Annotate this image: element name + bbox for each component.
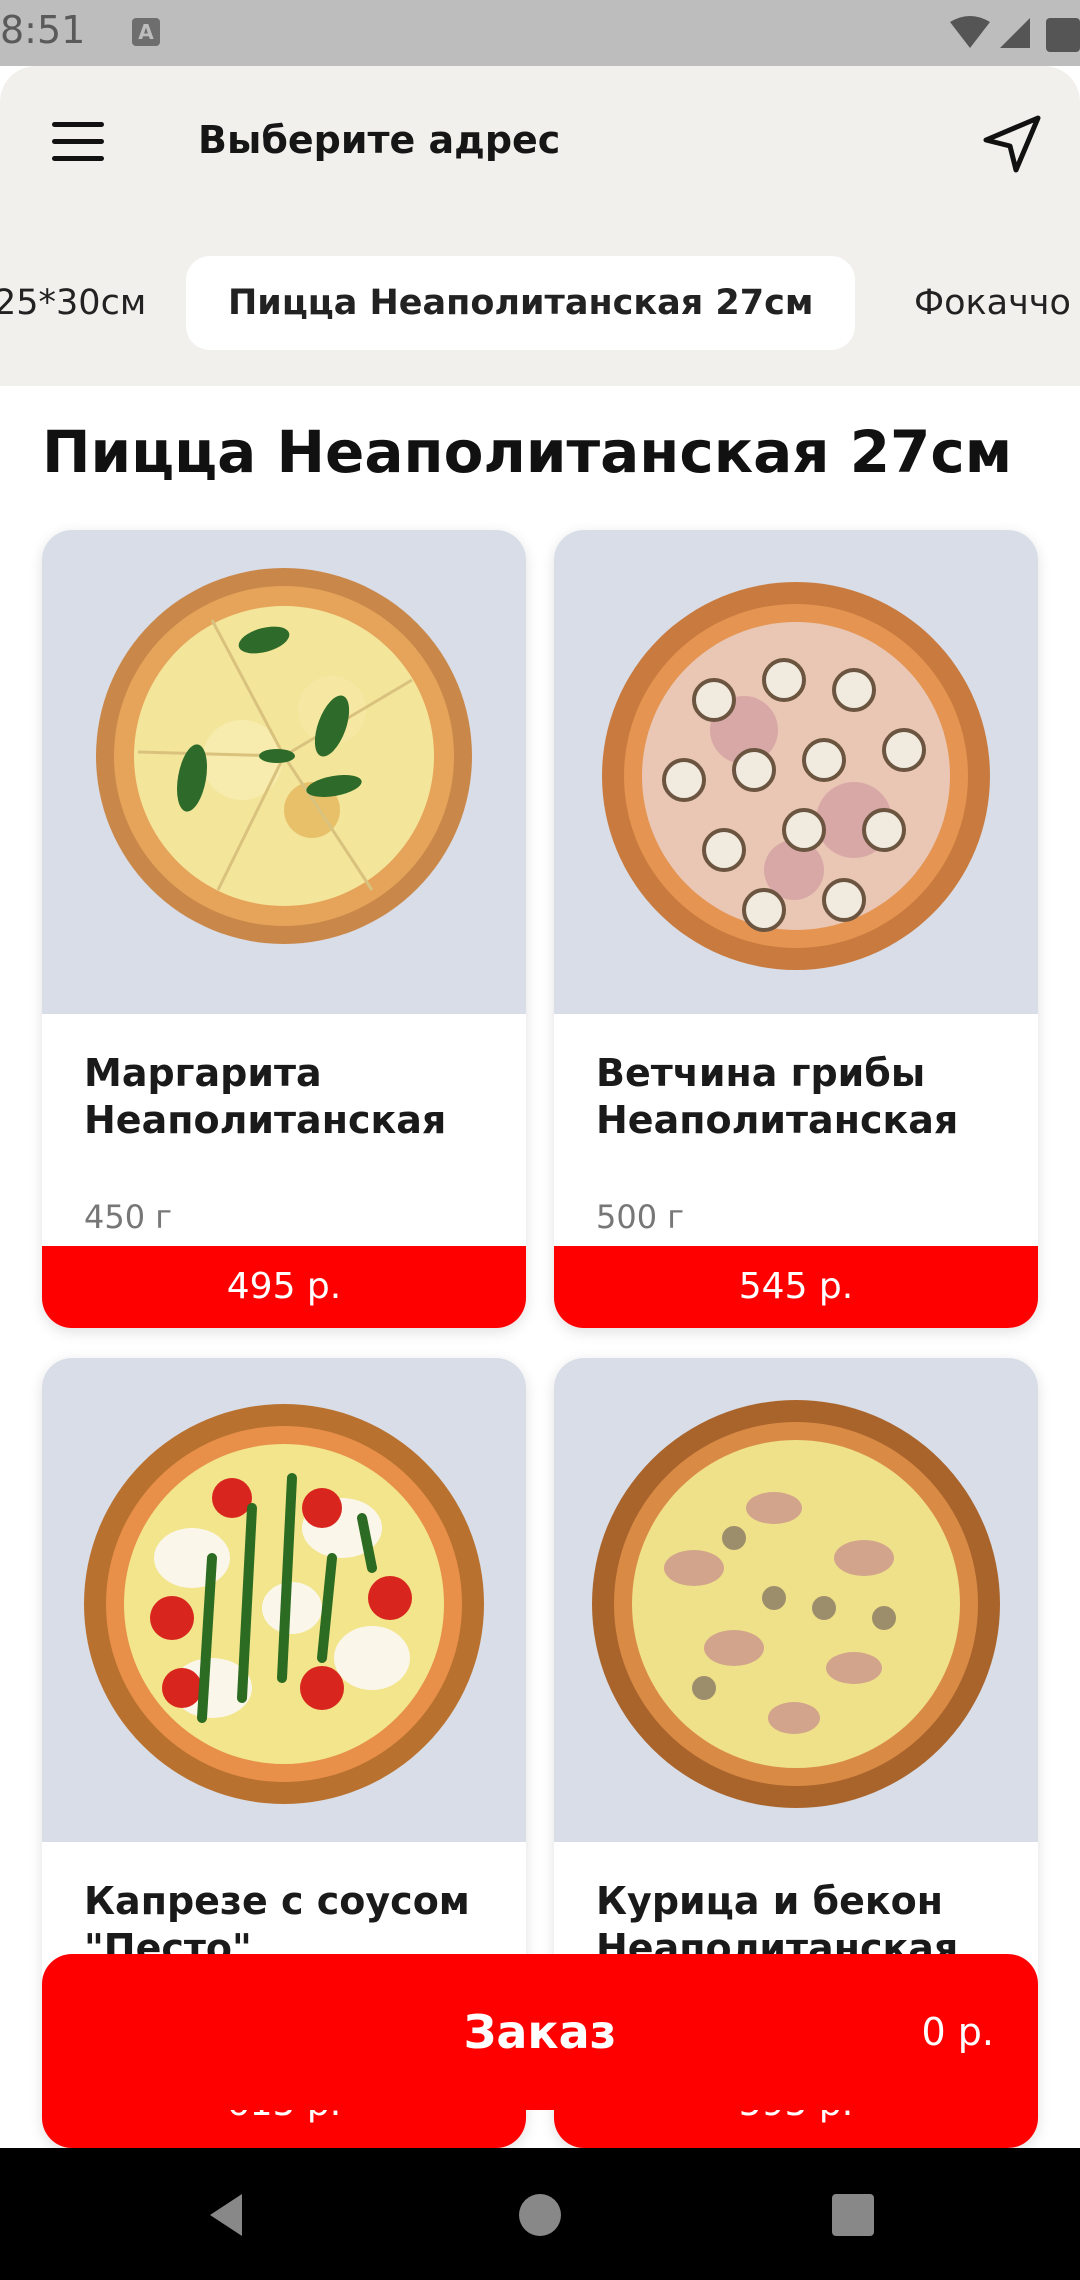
- product-photo: [554, 1358, 1038, 1842]
- product-name-line2: Неаполитанская: [84, 1098, 447, 1142]
- product-card[interactable]: Ветчина грибы Неаполитанская 500 г 545 р…: [554, 530, 1038, 1328]
- notification-a-icon: A: [132, 18, 160, 46]
- navigation-arrow-icon[interactable]: [980, 112, 1044, 176]
- product-name: Маргарита Неаполитанская: [84, 1050, 504, 1144]
- pizza-chicken-bacon-image: [592, 1400, 1000, 1808]
- pizza-caprese-image: [84, 1404, 484, 1804]
- category-tabs: 25*30см Пицца Неаполитанская 27см Фокачч…: [0, 256, 1080, 352]
- home-icon[interactable]: [513, 2188, 567, 2242]
- product-name-line1: Маргарита: [84, 1051, 322, 1095]
- status-time: 8:51: [0, 8, 86, 52]
- system-navigation-bar: [0, 2148, 1080, 2280]
- section-title: Пицца Неаполитанская 27см: [42, 418, 1013, 486]
- product-name-line1: Курица и бекон: [596, 1879, 944, 1923]
- price-button[interactable]: 545 р.: [554, 1246, 1038, 1328]
- product-photo: [42, 530, 526, 1014]
- price-button[interactable]: 495 р.: [42, 1246, 526, 1328]
- pizza-margherita-image: [96, 568, 472, 944]
- address-title[interactable]: Выберите адрес: [198, 118, 560, 162]
- product-photo: [42, 1358, 526, 1842]
- category-tab-active[interactable]: Пицца Неаполитанская 27см: [186, 256, 856, 350]
- category-tab-next[interactable]: Фокаччо: [914, 256, 1071, 350]
- product-weight: 500 г: [596, 1198, 685, 1236]
- status-bar: 8:51 A: [0, 0, 1080, 66]
- product-name-line1: Ветчина грибы: [596, 1051, 926, 1095]
- product-card[interactable]: Маргарита Неаполитанская 450 г 495 р.: [42, 530, 526, 1328]
- pizza-ham-mushroom-image: [602, 582, 990, 970]
- product-name-line2: Неаполитанская: [596, 1098, 959, 1142]
- category-tab-prev[interactable]: 25*30см: [0, 256, 146, 350]
- order-button[interactable]: Заказ 0 р.: [42, 1954, 1038, 2110]
- system-status-icons: [950, 16, 1080, 52]
- product-photo: [554, 530, 1038, 1014]
- product-name: Ветчина грибы Неаполитанская: [596, 1050, 1016, 1144]
- back-icon[interactable]: [200, 2188, 254, 2242]
- product-weight: 450 г: [84, 1198, 173, 1236]
- header-panel: Выберите адрес 25*30см Пицца Неаполитанс…: [0, 66, 1080, 386]
- product-name-line1: Капрезе с соусом: [84, 1879, 470, 1923]
- hamburger-menu-icon[interactable]: [52, 122, 104, 162]
- order-total: 0 р.: [921, 2010, 994, 2054]
- recents-icon[interactable]: [826, 2188, 880, 2242]
- order-label: Заказ: [463, 2005, 617, 2059]
